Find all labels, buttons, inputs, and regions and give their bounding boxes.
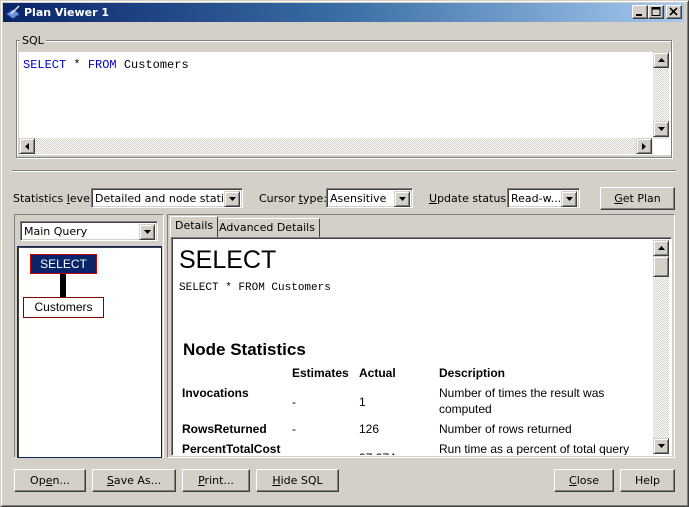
plan-viewer-app-icon: [5, 4, 21, 20]
update-status-select[interactable]: Read-w...: [507, 188, 580, 208]
arrow-right-icon: [642, 143, 646, 150]
update-status-dropdown-button[interactable]: [561, 191, 577, 207]
statistics-level-select[interactable]: Detailed and node statis...: [91, 188, 243, 208]
statistics-level-label: Statistics level:: [13, 192, 97, 205]
stat-name: Invocations: [182, 386, 249, 400]
save-as-button[interactable]: Save As...: [92, 469, 176, 492]
maximize-button[interactable]: [648, 5, 664, 19]
help-button[interactable]: Help: [620, 469, 675, 492]
sql-query-text[interactable]: SELECT * FROM Customers: [23, 58, 189, 72]
arrow-down-icon: [658, 444, 665, 448]
statistics-level-value: Detailed and node statis...: [95, 192, 241, 205]
sql-group-label: SQL: [20, 34, 46, 47]
statistics-level-dropdown-button[interactable]: [224, 191, 240, 207]
arrow-up-icon: [658, 58, 665, 62]
details-scroll-thumb[interactable]: [653, 256, 669, 277]
arrow-up-icon: [658, 246, 665, 250]
tab-details[interactable]: Details: [170, 216, 219, 237]
plan-node-connector: [60, 274, 66, 297]
sql-horizontal-scrollbar[interactable]: [19, 138, 653, 154]
sql-scroll-left-button[interactable]: [19, 138, 35, 154]
details-content: SELECT SELECT * FROM Customers Node Stat…: [171, 237, 672, 456]
sql-scroll-up-button[interactable]: [653, 52, 669, 68]
separator: [12, 170, 676, 172]
stat-description: Number of rows returned: [439, 422, 572, 436]
query-selector-value: Main Query: [24, 225, 88, 238]
stat-description: Number of times the result was computed: [439, 386, 605, 416]
stat-description: Run time as a percent of total query: [439, 442, 630, 456]
get-plan-button[interactable]: Get Plan: [600, 187, 675, 210]
chevron-down-icon: [229, 197, 236, 201]
chevron-down-icon: [566, 197, 573, 201]
chevron-down-icon: [144, 230, 151, 234]
update-status-value: Read-w...: [511, 192, 562, 205]
hide-sql-button[interactable]: Hide SQL: [256, 469, 339, 492]
sql-token: *: [66, 58, 88, 72]
details-sql: SELECT * FROM Customers: [179, 282, 331, 294]
column-header-description: Description: [439, 366, 506, 380]
cursor-type-dropdown-button[interactable]: [394, 191, 410, 207]
plan-node-customers[interactable]: Customers: [23, 297, 104, 318]
close-button[interactable]: Close: [554, 469, 614, 492]
stat-actual: 97.974: [359, 450, 396, 455]
column-header-estimates: Estimates: [292, 366, 349, 380]
minimize-icon: [636, 14, 642, 16]
query-selector[interactable]: Main Query: [20, 221, 158, 241]
stat-estimate: -: [292, 422, 296, 436]
plan-tree: [17, 246, 162, 458]
arrow-left-icon: [25, 143, 29, 150]
sql-scroll-down-button[interactable]: [653, 121, 669, 137]
stat-name: RowsReturned: [182, 422, 267, 436]
maximize-icon: [651, 7, 661, 16]
print-button[interactable]: Print...: [182, 469, 250, 492]
tab-advanced-details[interactable]: Advanced Details: [214, 218, 320, 237]
arrow-down-icon: [658, 127, 665, 131]
close-icon: [669, 7, 678, 16]
details-scroll-up-button[interactable]: [653, 240, 669, 256]
close-window-button[interactable]: [666, 5, 682, 19]
details-title: SELECT: [179, 246, 277, 274]
update-status-label: Update status:: [429, 192, 510, 205]
sql-keyword: SELECT: [23, 58, 67, 72]
title-bar[interactable]: Plan Viewer 1: [3, 3, 684, 22]
stat-estimate: -: [292, 395, 296, 409]
cursor-type-label: Cursor type:: [259, 192, 327, 205]
query-selector-dropdown-button[interactable]: [139, 224, 155, 240]
cursor-type-select[interactable]: Asensitive: [326, 188, 413, 208]
sql-keyword: FROM: [87, 58, 117, 72]
cursor-type-value: Asensitive: [330, 192, 387, 205]
chevron-down-icon: [399, 197, 406, 201]
stat-name: PercentTotalCost: [182, 442, 281, 456]
minimize-button[interactable]: [632, 5, 648, 19]
column-header-actual: Actual: [359, 366, 396, 380]
stat-actual: 126: [359, 422, 380, 436]
stat-actual: 1: [359, 395, 366, 409]
sql-token: Customers: [116, 58, 189, 72]
open-button[interactable]: Open...: [14, 469, 86, 492]
sql-scroll-right-button[interactable]: [636, 138, 652, 154]
node-statistics-title: Node Statistics: [183, 340, 306, 359]
window-title: Plan Viewer 1: [24, 6, 109, 19]
plan-node-select[interactable]: SELECT: [30, 254, 97, 274]
details-scroll-down-button[interactable]: [653, 438, 669, 454]
